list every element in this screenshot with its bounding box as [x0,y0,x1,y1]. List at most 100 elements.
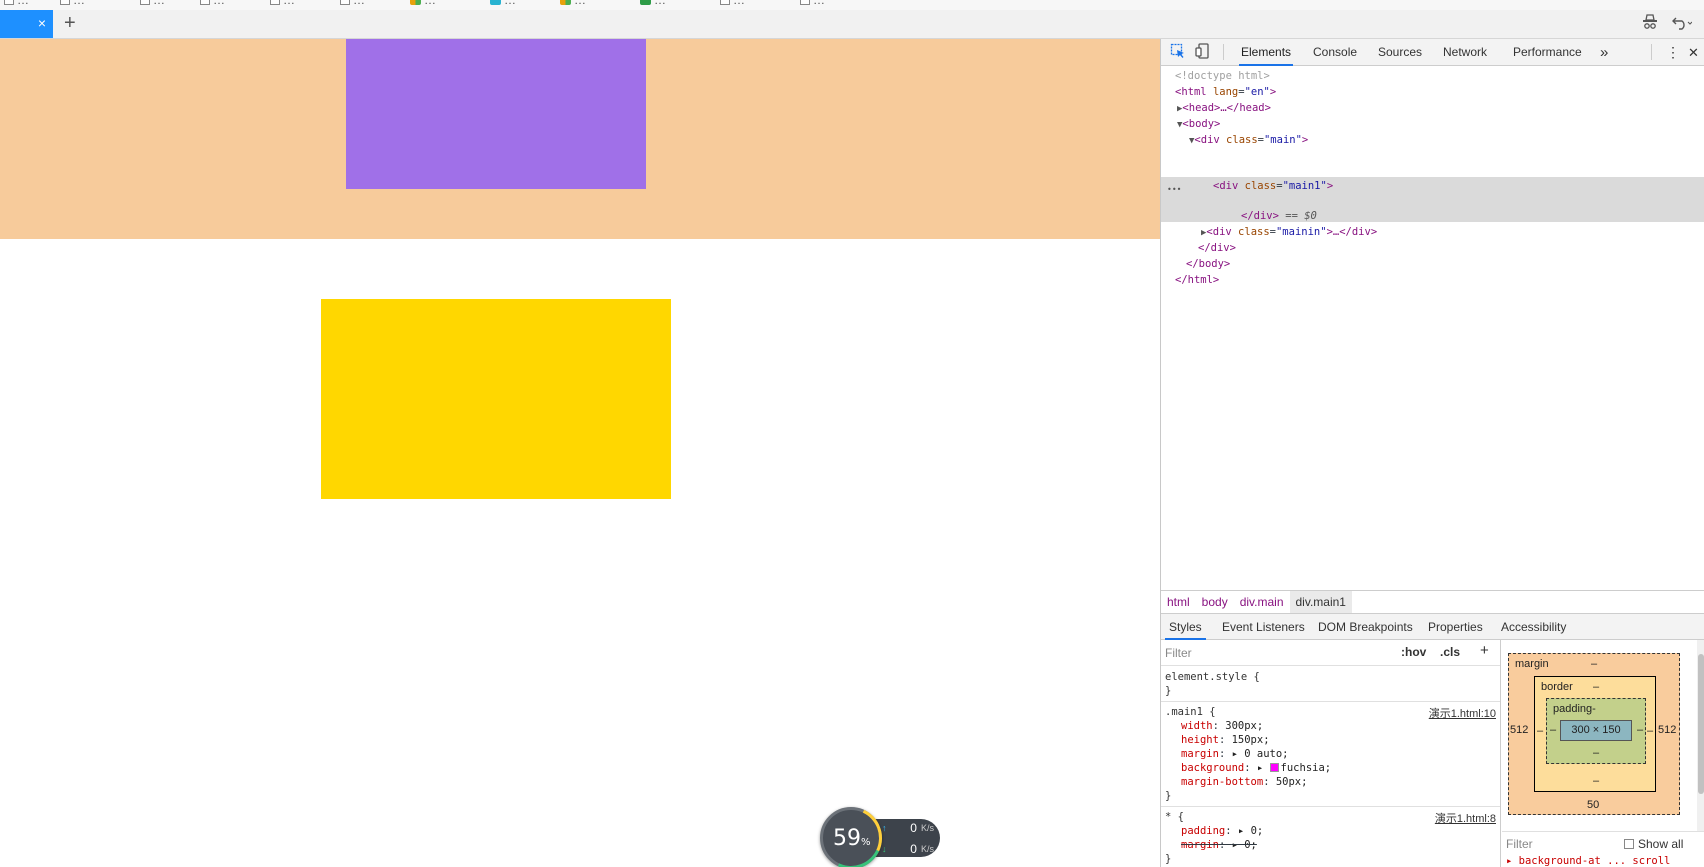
hover-state-toggle[interactable]: :hov [1401,645,1426,659]
speed-percent: 59% [833,826,871,851]
tab-properties[interactable]: Properties [1424,614,1487,640]
inspect-element-icon[interactable] [1170,43,1186,59]
bookmark-item[interactable]: … [800,0,825,7]
box-model-pane: margin – 512 512 50 border – – – – paddi… [1502,640,1704,867]
box-model-padding[interactable]: padding- – – – 300 × 150 [1546,698,1646,764]
main1-rule-source-link[interactable]: 演示1.html:10 [1429,705,1496,721]
main1-prop-margin-bottom[interactable]: margin-bottom: 50px; [1181,775,1307,789]
show-all-checkbox[interactable] [1624,839,1634,849]
computed-filter-input[interactable] [1506,836,1606,852]
margin-top-value[interactable]: – [1591,658,1597,670]
add-rule-button[interactable]: + [1480,642,1489,659]
tab-network[interactable]: Network [1441,39,1489,66]
element-style-selector[interactable]: element.style { [1165,670,1260,684]
devtools-toolbar: Elements Console Sources Network Perform… [1161,39,1704,66]
show-all-toggle[interactable]: Show all [1624,837,1683,851]
dom-html[interactable]: <html lang="en"> [1175,85,1276,100]
bookmark-item[interactable]: … [4,0,29,7]
bookmark-item[interactable]: … [60,0,85,7]
margin-left-value[interactable]: 512 [1510,724,1528,736]
main1-prop-width[interactable]: width: 300px; [1181,719,1263,733]
styles-filter-input[interactable] [1165,644,1395,662]
border-top-value[interactable]: – [1593,681,1599,693]
bookmark-item[interactable]: … [560,0,586,7]
universal-prop-padding[interactable]: padding: ▸ 0; [1181,824,1263,838]
class-toggle[interactable]: .cls [1440,645,1460,659]
scrollbar-thumb[interactable] [1698,654,1704,794]
more-tabs-icon[interactable]: » [1598,39,1610,66]
new-tab-button[interactable]: + [64,12,76,35]
breadcrumb-body[interactable]: body [1196,591,1234,613]
bookmark-item[interactable]: … [490,0,516,7]
border-left-value[interactable]: – [1537,725,1543,737]
row-menu-dots-icon[interactable]: ••• [1167,182,1181,197]
undo-icon[interactable] [1672,14,1693,35]
dom-div-main1-close[interactable]: </div> == $0 [1241,209,1317,224]
dom-doctype[interactable]: <!doctype html> [1175,69,1270,84]
bookmark-item[interactable]: … [270,0,295,7]
universal-prop-margin-overridden[interactable]: margin: ▸ 0; [1181,838,1257,852]
bookmark-icon [490,0,501,5]
bookmark-label: … [353,0,365,7]
tab-close-icon[interactable]: × [38,15,46,31]
tab-performance[interactable]: Performance [1511,39,1584,66]
bookmark-item[interactable]: … [140,0,165,7]
tab-styles[interactable]: Styles [1165,614,1206,640]
border-bottom-value[interactable]: – [1593,775,1599,787]
tab-dom-breakpoints[interactable]: DOM Breakpoints [1314,614,1417,640]
tab-elements[interactable]: Elements [1239,39,1294,66]
main1-rule-selector[interactable]: .main1 { [1165,705,1216,719]
show-all-label: Show all [1638,837,1684,851]
color-swatch-icon[interactable] [1269,763,1279,772]
dom-div-mainin[interactable]: ▶<div class="mainin">…</div> [1201,225,1377,240]
universal-rule-selector[interactable]: * { [1165,810,1184,824]
padding-right-value[interactable]: – [1637,724,1643,736]
margin-bottom-value[interactable]: 50 [1587,799,1599,811]
box-model-margin[interactable]: margin – 512 512 50 border – – – – paddi… [1508,653,1680,815]
device-toolbar-icon[interactable] [1195,43,1211,59]
dom-head[interactable]: ▶<head>…</head> [1177,101,1271,116]
network-speed-widget[interactable]: 59% ↑ 0 K/s ↓ 0 K/s [811,798,940,867]
bookmark-item[interactable]: … [410,0,436,7]
bookmark-item[interactable]: … [720,0,745,7]
tab-strip: × + [0,10,1704,39]
main1-prop-margin[interactable]: margin: ▸ 0 auto; [1181,747,1289,761]
bookmark-item[interactable]: … [340,0,365,7]
dom-body[interactable]: ▼<body> [1177,117,1220,132]
breadcrumb-html[interactable]: html [1161,591,1196,613]
tab-event-listeners[interactable]: Event Listeners [1218,614,1309,640]
margin-right-value[interactable]: 512 [1658,724,1676,736]
universal-rule-source-link[interactable]: 演示1.html:8 [1435,810,1496,826]
bookmark-label: … [813,0,825,7]
rule-divider [1161,701,1500,702]
computed-next-property[interactable]: ▸ background-at ... scroll [1506,855,1670,867]
padding-bottom-value[interactable]: – [1593,747,1599,759]
bookmark-label: … [733,0,745,7]
dom-div-main-close[interactable]: </div> [1198,241,1236,256]
computed-filter-bar: Show all [1502,831,1704,855]
dom-div-main1[interactable]: <div class="main1"> [1213,179,1333,194]
dom-div-main[interactable]: ▼<div class="main"> [1189,133,1308,148]
devtools-menu-icon[interactable]: ⋮ [1664,39,1682,66]
rule-divider-2 [1161,806,1500,807]
breadcrumb-div-main[interactable]: div.main [1234,591,1290,613]
bookmark-icon [200,0,210,5]
incognito-icon[interactable] [1641,14,1659,35]
dom-html-close[interactable]: </html> [1175,273,1219,288]
active-tab[interactable]: × [0,10,53,38]
padding-left-value[interactable]: – [1550,724,1556,736]
border-right-value[interactable]: – [1647,725,1653,737]
bookmark-item[interactable]: … [200,0,225,7]
breadcrumb-div-main1[interactable]: div.main1 [1289,590,1352,613]
tab-sources[interactable]: Sources [1376,39,1424,66]
bookmark-item[interactable]: … [640,0,666,7]
main1-prop-background[interactable]: background: ▸ fuchsia; [1181,761,1331,775]
tab-accessibility[interactable]: Accessibility [1497,614,1570,640]
box-model-content-size[interactable]: 300 × 150 [1560,720,1632,741]
dom-body-close[interactable]: </body> [1186,257,1230,272]
main1-prop-height[interactable]: height: 150px; [1181,733,1270,747]
box-model-border[interactable]: border – – – – padding- – – – 300 × 150 [1534,676,1656,792]
tab-console[interactable]: Console [1311,39,1359,66]
devtools-close-icon[interactable]: ✕ [1686,39,1701,66]
box-model-scrollbar[interactable] [1697,640,1704,831]
